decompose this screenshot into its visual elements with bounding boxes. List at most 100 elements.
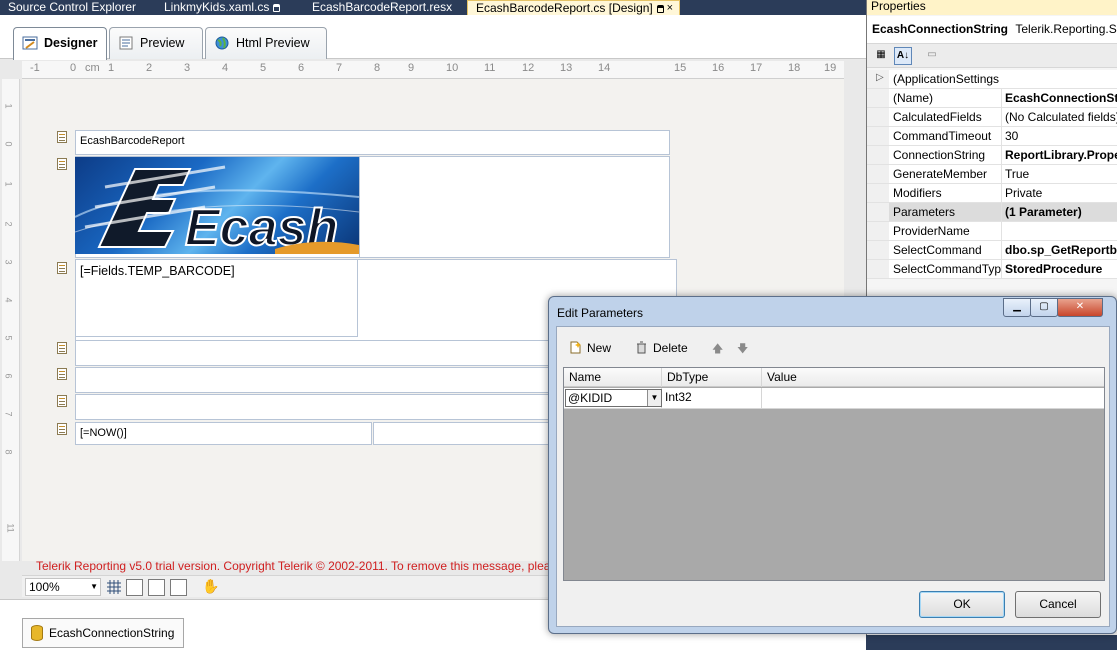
property-value[interactable]: ReportLibrary.Prope: [1005, 148, 1117, 162]
report-title-textbox[interactable]: EcashBarcodeReport: [75, 130, 670, 155]
tab-preview[interactable]: Preview: [109, 27, 203, 59]
tab-designer-label: Designer: [44, 36, 98, 50]
property-value[interactable]: (No Calculated fields): [1005, 110, 1117, 124]
parameter-name-combo[interactable]: @KIDID ▼: [565, 389, 662, 407]
parameter-row[interactable]: @KIDID ▼ Int32: [564, 388, 1104, 409]
snap-to-grid-icon[interactable]: [126, 579, 143, 596]
footer-empty-cell[interactable]: [373, 422, 555, 445]
dialog-body: New Delete 🡅 🡇 Name DbType Value @KIDID …: [556, 326, 1110, 627]
property-name: ProviderName: [893, 224, 970, 238]
ok-button[interactable]: OK: [919, 591, 1005, 618]
dbtype-cell[interactable]: Int32: [662, 388, 762, 409]
name-cell[interactable]: @KIDID ▼: [564, 388, 662, 409]
property-row[interactable]: CommandTimeout 30: [867, 127, 1117, 146]
ruler-label: 14: [598, 62, 611, 74]
expand-icon[interactable]: ▷: [876, 72, 884, 83]
ruler-label: 8: [374, 62, 381, 74]
move-down-icon[interactable]: 🡇: [737, 340, 748, 359]
ruler-label: 1: [3, 181, 14, 187]
value-cell[interactable]: [762, 388, 1104, 409]
maximize-icon[interactable]: ▢: [1030, 298, 1058, 317]
lock-icon: [273, 4, 281, 12]
property-row[interactable]: ▷ (ApplicationSettings: [867, 70, 1117, 89]
property-row[interactable]: SelectCommandTyp StoredProcedure: [867, 260, 1117, 279]
property-value[interactable]: Private: [1005, 186, 1042, 200]
delete-parameter-button[interactable]: Delete: [633, 339, 688, 357]
tab-designer[interactable]: Designer: [13, 27, 107, 60]
group-detail-band[interactable]: [75, 367, 555, 393]
tab-html-preview[interactable]: Html Preview: [205, 27, 327, 59]
group-footer-band[interactable]: [75, 394, 555, 420]
property-value[interactable]: StoredProcedure: [1005, 262, 1102, 276]
doc-tab-linkmykids[interactable]: LinkmyKids.xaml.cs: [156, 0, 294, 15]
report-header-section-icon[interactable]: [57, 131, 67, 143]
ruler-label: 13: [560, 62, 573, 74]
hand-pan-icon[interactable]: ✋: [202, 579, 219, 596]
doc-tab-report-design[interactable]: EcashBarcodeReport.cs [Design] ×: [467, 0, 680, 15]
dimensions-icon[interactable]: [170, 579, 187, 596]
property-value[interactable]: EcashConnectionStri: [1005, 91, 1117, 105]
barcode-field-textbox[interactable]: [=Fields.TEMP_BARCODE]: [75, 259, 358, 337]
ruler-label: 1: [108, 62, 115, 74]
ruler-label: 7: [3, 411, 14, 417]
group-detail-section-icon[interactable]: [57, 368, 67, 380]
ruler-label: 2: [3, 221, 14, 227]
doc-tab-resx[interactable]: EcashBarcodeReport.resx: [304, 0, 460, 15]
ruler-label: -1: [30, 62, 40, 74]
column-header-name[interactable]: Name: [564, 368, 662, 387]
new-icon: [570, 341, 581, 354]
column-header-value[interactable]: Value: [762, 368, 1104, 387]
categorized-icon[interactable]: ▦: [872, 47, 890, 65]
globe-icon: [215, 36, 229, 50]
property-pages-icon[interactable]: ▭: [923, 47, 941, 65]
ruler-label: 2: [146, 62, 153, 74]
ruler-label: 17: [750, 62, 763, 74]
object-selector[interactable]: EcashConnectionString Telerik.Reporting.…: [867, 16, 1117, 44]
new-parameter-button[interactable]: New: [567, 339, 611, 357]
property-name: CalculatedFields: [893, 110, 982, 124]
group-header-band[interactable]: [75, 340, 555, 366]
group-header-section-icon[interactable]: [57, 342, 67, 354]
barcode-field-text: [=Fields.TEMP_BARCODE]: [80, 264, 235, 278]
column-header-dbtype[interactable]: DbType: [662, 368, 762, 387]
ruler-label: 8: [3, 449, 14, 455]
cancel-button[interactable]: Cancel: [1015, 591, 1101, 618]
document-tab-strip: Source Control Explorer LinkmyKids.xaml.…: [0, 0, 866, 15]
property-value[interactable]: 30: [1005, 129, 1018, 143]
group-footer-section-icon[interactable]: [57, 395, 67, 407]
grid-icon[interactable]: [106, 579, 123, 596]
alphabetical-icon[interactable]: A↓: [894, 47, 912, 65]
connection-string-component[interactable]: EcashConnectionString: [22, 618, 184, 648]
detail-section-icon[interactable]: [57, 262, 67, 274]
chevron-down-icon[interactable]: ▼: [647, 390, 661, 406]
footer-date-textbox[interactable]: [=NOW()]: [75, 422, 372, 445]
property-row-selected[interactable]: Parameters (1 Parameter): [867, 203, 1117, 222]
snap-to-lines-icon[interactable]: [148, 579, 165, 596]
minimize-icon[interactable]: ▁: [1003, 298, 1031, 317]
property-value[interactable]: (1 Parameter): [1005, 205, 1082, 219]
property-row[interactable]: ProviderName: [867, 222, 1117, 241]
property-row[interactable]: Modifiers Private: [867, 184, 1117, 203]
properties-toolbar: ▦ A↓ ▭: [867, 44, 1117, 68]
property-value[interactable]: dbo.sp_GetReportba: [1005, 243, 1117, 257]
property-row[interactable]: (Name) EcashConnectionStri: [867, 89, 1117, 108]
property-row[interactable]: SelectCommand dbo.sp_GetReportba: [867, 241, 1117, 260]
property-name: ConnectionString: [893, 148, 986, 162]
footer-date-text: [=NOW()]: [80, 427, 127, 439]
header-empty-cell[interactable]: [359, 156, 670, 258]
close-icon[interactable]: ✕: [1057, 298, 1103, 317]
designer-icon: [22, 36, 38, 50]
doc-tab-label: LinkmyKids.xaml.cs: [164, 0, 270, 14]
page-footer-section-icon[interactable]: [57, 423, 67, 435]
property-value[interactable]: True: [1005, 167, 1029, 181]
doc-tab-source-control-explorer[interactable]: Source Control Explorer: [0, 0, 150, 15]
property-row[interactable]: CalculatedFields (No Calculated fields): [867, 108, 1117, 127]
close-icon[interactable]: ×: [667, 1, 673, 15]
zoom-combo[interactable]: 100% ▼: [25, 578, 101, 596]
property-row[interactable]: GenerateMember True: [867, 165, 1117, 184]
property-row[interactable]: ConnectionString ReportLibrary.Prope: [867, 146, 1117, 165]
move-up-icon[interactable]: 🡅: [712, 340, 723, 359]
parameters-grid: Name DbType Value @KIDID ▼ Int32: [563, 367, 1105, 581]
ecash-logo-picturebox[interactable]: Ecash: [75, 157, 359, 254]
page-header-section-icon[interactable]: [57, 158, 67, 170]
